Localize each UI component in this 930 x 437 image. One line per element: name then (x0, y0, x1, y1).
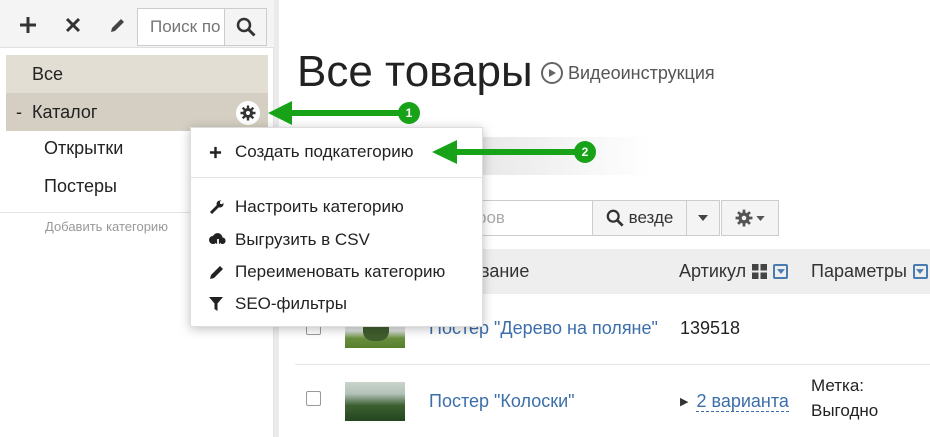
category-settings-button[interactable] (236, 101, 260, 125)
grid-icon[interactable] (752, 264, 768, 279)
tag-label: Метка: (811, 376, 865, 395)
video-tutorial-link[interactable]: Видеоинструкция (541, 62, 715, 84)
filter-icon (209, 296, 235, 312)
play-icon (541, 62, 563, 84)
row-checkbox[interactable] (306, 391, 321, 406)
plus-icon (209, 146, 235, 159)
delete-button[interactable] (55, 8, 91, 42)
tree-item-label: Постеры (44, 176, 117, 196)
video-tutorial-label: Видеоинструкция (568, 62, 715, 83)
variants-toggle[interactable]: ▶ 2 варианта (680, 391, 789, 412)
category-search-button[interactable] (224, 9, 266, 45)
tree-item-posters[interactable]: Постеры (44, 167, 194, 205)
tag-value: Выгодно (811, 401, 879, 420)
menu-item-export-csv[interactable]: Выгрузить в CSV (191, 225, 484, 255)
wrench-icon (209, 199, 235, 215)
product-link[interactable]: Постер "Колоски" (429, 391, 575, 412)
tree-item-label: Каталог (32, 102, 98, 122)
edit-button[interactable] (100, 8, 136, 42)
menu-item-configure-category[interactable]: Настроить категорию (191, 192, 484, 222)
add-category-link[interactable]: Добавить категорию (45, 219, 168, 234)
plus-icon (20, 17, 36, 33)
collapse-toggle[interactable]: - (16, 93, 32, 131)
list-settings-button[interactable] (721, 200, 779, 236)
sort-dropdown-icon[interactable] (912, 264, 928, 279)
tree-item-label: Открытки (44, 138, 124, 158)
menu-item-rename-category[interactable]: Переименовать категорию (191, 257, 484, 287)
sidebar-toolbar (0, 0, 274, 48)
gear-icon (240, 105, 256, 121)
column-header-name[interactable]: вание (480, 249, 529, 294)
search-scope-label: везде (628, 208, 674, 227)
row-divider (295, 364, 930, 365)
search-scope-dropdown[interactable] (687, 200, 720, 236)
product-sku: 139518 (680, 318, 741, 338)
caret-down-icon (756, 215, 765, 221)
category-search (137, 8, 267, 46)
category-context-menu: Создать подкатегорию Настроить категорию… (190, 127, 484, 327)
column-header-params[interactable]: Параметры (811, 249, 928, 294)
add-button[interactable] (10, 8, 46, 42)
menu-item-seo-filters[interactable]: SEO-фильтры (191, 289, 484, 319)
tree-item-all[interactable]: Все (6, 55, 268, 93)
annotation-badge-2: 2 (574, 141, 596, 163)
triangle-right-icon: ▶ (680, 396, 689, 408)
search-scope-button[interactable]: везде (592, 200, 687, 236)
category-search-input[interactable] (138, 9, 224, 45)
search-icon (236, 17, 256, 37)
cloud-download-icon (209, 232, 235, 248)
product-thumbnail[interactable] (345, 382, 405, 421)
search-icon (606, 209, 624, 227)
faded-toolbar (480, 137, 650, 175)
pencil-icon (111, 19, 124, 32)
menu-item-create-subcategory[interactable]: Создать подкатегорию (191, 137, 484, 167)
pencil-icon (209, 264, 235, 280)
tree-item-catalog[interactable]: - Каталог (6, 93, 268, 131)
tree-item-postcards[interactable]: Открытки (44, 129, 194, 167)
sort-dropdown-icon[interactable] (773, 264, 789, 279)
caret-down-icon (698, 215, 708, 221)
page-title: Все товары (297, 47, 533, 96)
menu-divider (191, 177, 484, 178)
gear-icon (735, 209, 753, 227)
tree-item-label: Все (32, 64, 64, 84)
close-icon (65, 17, 81, 33)
column-header-sku[interactable]: Артикул (679, 249, 789, 294)
annotation-badge-1: 1 (398, 102, 420, 124)
product-search-input[interactable]: ров (470, 200, 592, 236)
